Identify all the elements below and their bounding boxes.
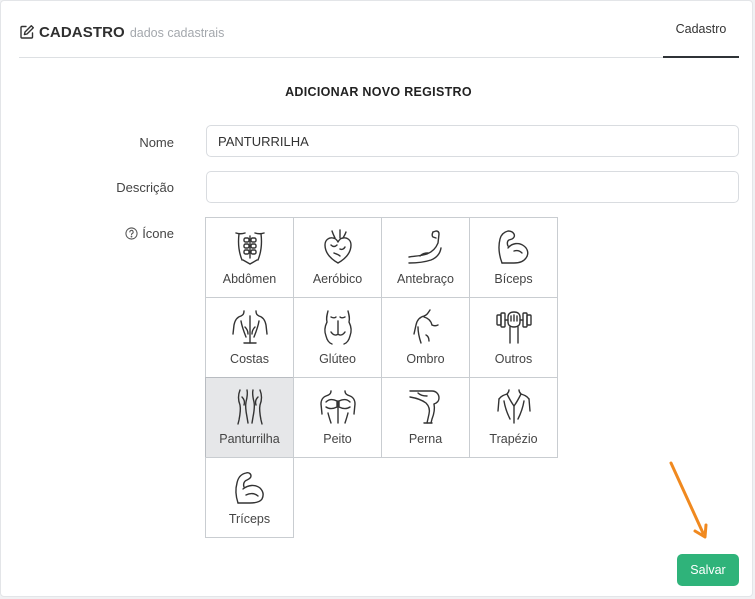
calf-icon: [230, 387, 270, 427]
icon-option-label: Perna: [408, 432, 443, 446]
leg-icon: [406, 387, 446, 427]
annotation-arrow-icon: [661, 459, 711, 545]
icon-option-perna[interactable]: Perna: [381, 377, 470, 458]
icon-option-outros[interactable]: Outros: [469, 297, 558, 378]
icon-option-label: Costas: [230, 352, 269, 366]
icon-option-gluteo[interactable]: Glúteo: [293, 297, 382, 378]
icon-option-abdomen[interactable]: Abdômen: [205, 217, 294, 298]
page-title: CADASTRO: [39, 23, 125, 41]
page-subtitle: dados cadastrais: [129, 26, 225, 40]
back-icon: [230, 307, 270, 347]
icon-option-label: Peito: [323, 432, 352, 446]
icone-label: Ícone: [142, 226, 174, 241]
icone-label-group: Ícone: [125, 226, 174, 241]
save-button[interactable]: Salvar: [677, 554, 739, 586]
dumbbell-fist-icon: [494, 307, 534, 347]
icon-option-label: Antebraço: [397, 272, 454, 286]
glute-icon: [318, 307, 358, 347]
icon-option-aerobico[interactable]: Aeróbico: [293, 217, 382, 298]
chest-icon: [318, 387, 358, 427]
icon-option-biceps[interactable]: Bíceps: [469, 217, 558, 298]
icon-option-label: Outros: [494, 352, 533, 366]
nome-input[interactable]: [206, 125, 739, 157]
icon-option-label: Tríceps: [228, 512, 271, 526]
icon-option-label: Trapézio: [489, 432, 538, 446]
heart-icon: [318, 227, 358, 267]
header-title: CADASTRO dados cadastrais: [19, 21, 224, 43]
icon-option-panturrilha[interactable]: Panturrilha: [205, 377, 294, 458]
nome-label: Nome: [139, 135, 174, 150]
icon-option-label: Panturrilha: [219, 432, 280, 446]
icon-option-label: Glúteo: [319, 352, 356, 366]
edit-icon: [19, 24, 35, 40]
icon-option-antebraco[interactable]: Antebraço: [381, 217, 470, 298]
form-card: CADASTRO dados cadastrais Cadastro ADICI…: [0, 0, 753, 597]
icon-option-label: Abdômen: [222, 272, 277, 286]
icon-option-triceps[interactable]: Tríceps: [205, 457, 294, 538]
icon-option-ombro[interactable]: Ombro: [381, 297, 470, 378]
descricao-input[interactable]: [206, 171, 739, 203]
biceps-icon: [494, 227, 534, 267]
forearm-icon: [406, 227, 446, 267]
abdomen-icon: [230, 227, 270, 267]
descricao-label: Descrição: [116, 180, 174, 195]
icon-option-label: Aeróbico: [312, 272, 363, 286]
icon-option-label: Bíceps: [494, 272, 533, 286]
trapezius-icon: [494, 387, 534, 427]
icon-grid: Abdômen Aeróbico Antebraço Bíceps Costas…: [205, 217, 559, 540]
tab-cadastro[interactable]: Cadastro: [663, 1, 739, 58]
triceps-icon: [230, 467, 270, 507]
form-title: ADICIONAR NOVO REGISTRO: [285, 85, 472, 99]
icon-option-costas[interactable]: Costas: [205, 297, 294, 378]
help-icon[interactable]: [125, 227, 138, 240]
icon-option-label: Ombro: [406, 352, 445, 366]
card-header: CADASTRO dados cadastrais Cadastro: [19, 1, 739, 58]
icon-option-trapezio[interactable]: Trapézio: [469, 377, 558, 458]
icon-option-peito[interactable]: Peito: [293, 377, 382, 458]
shoulder-icon: [406, 307, 446, 347]
